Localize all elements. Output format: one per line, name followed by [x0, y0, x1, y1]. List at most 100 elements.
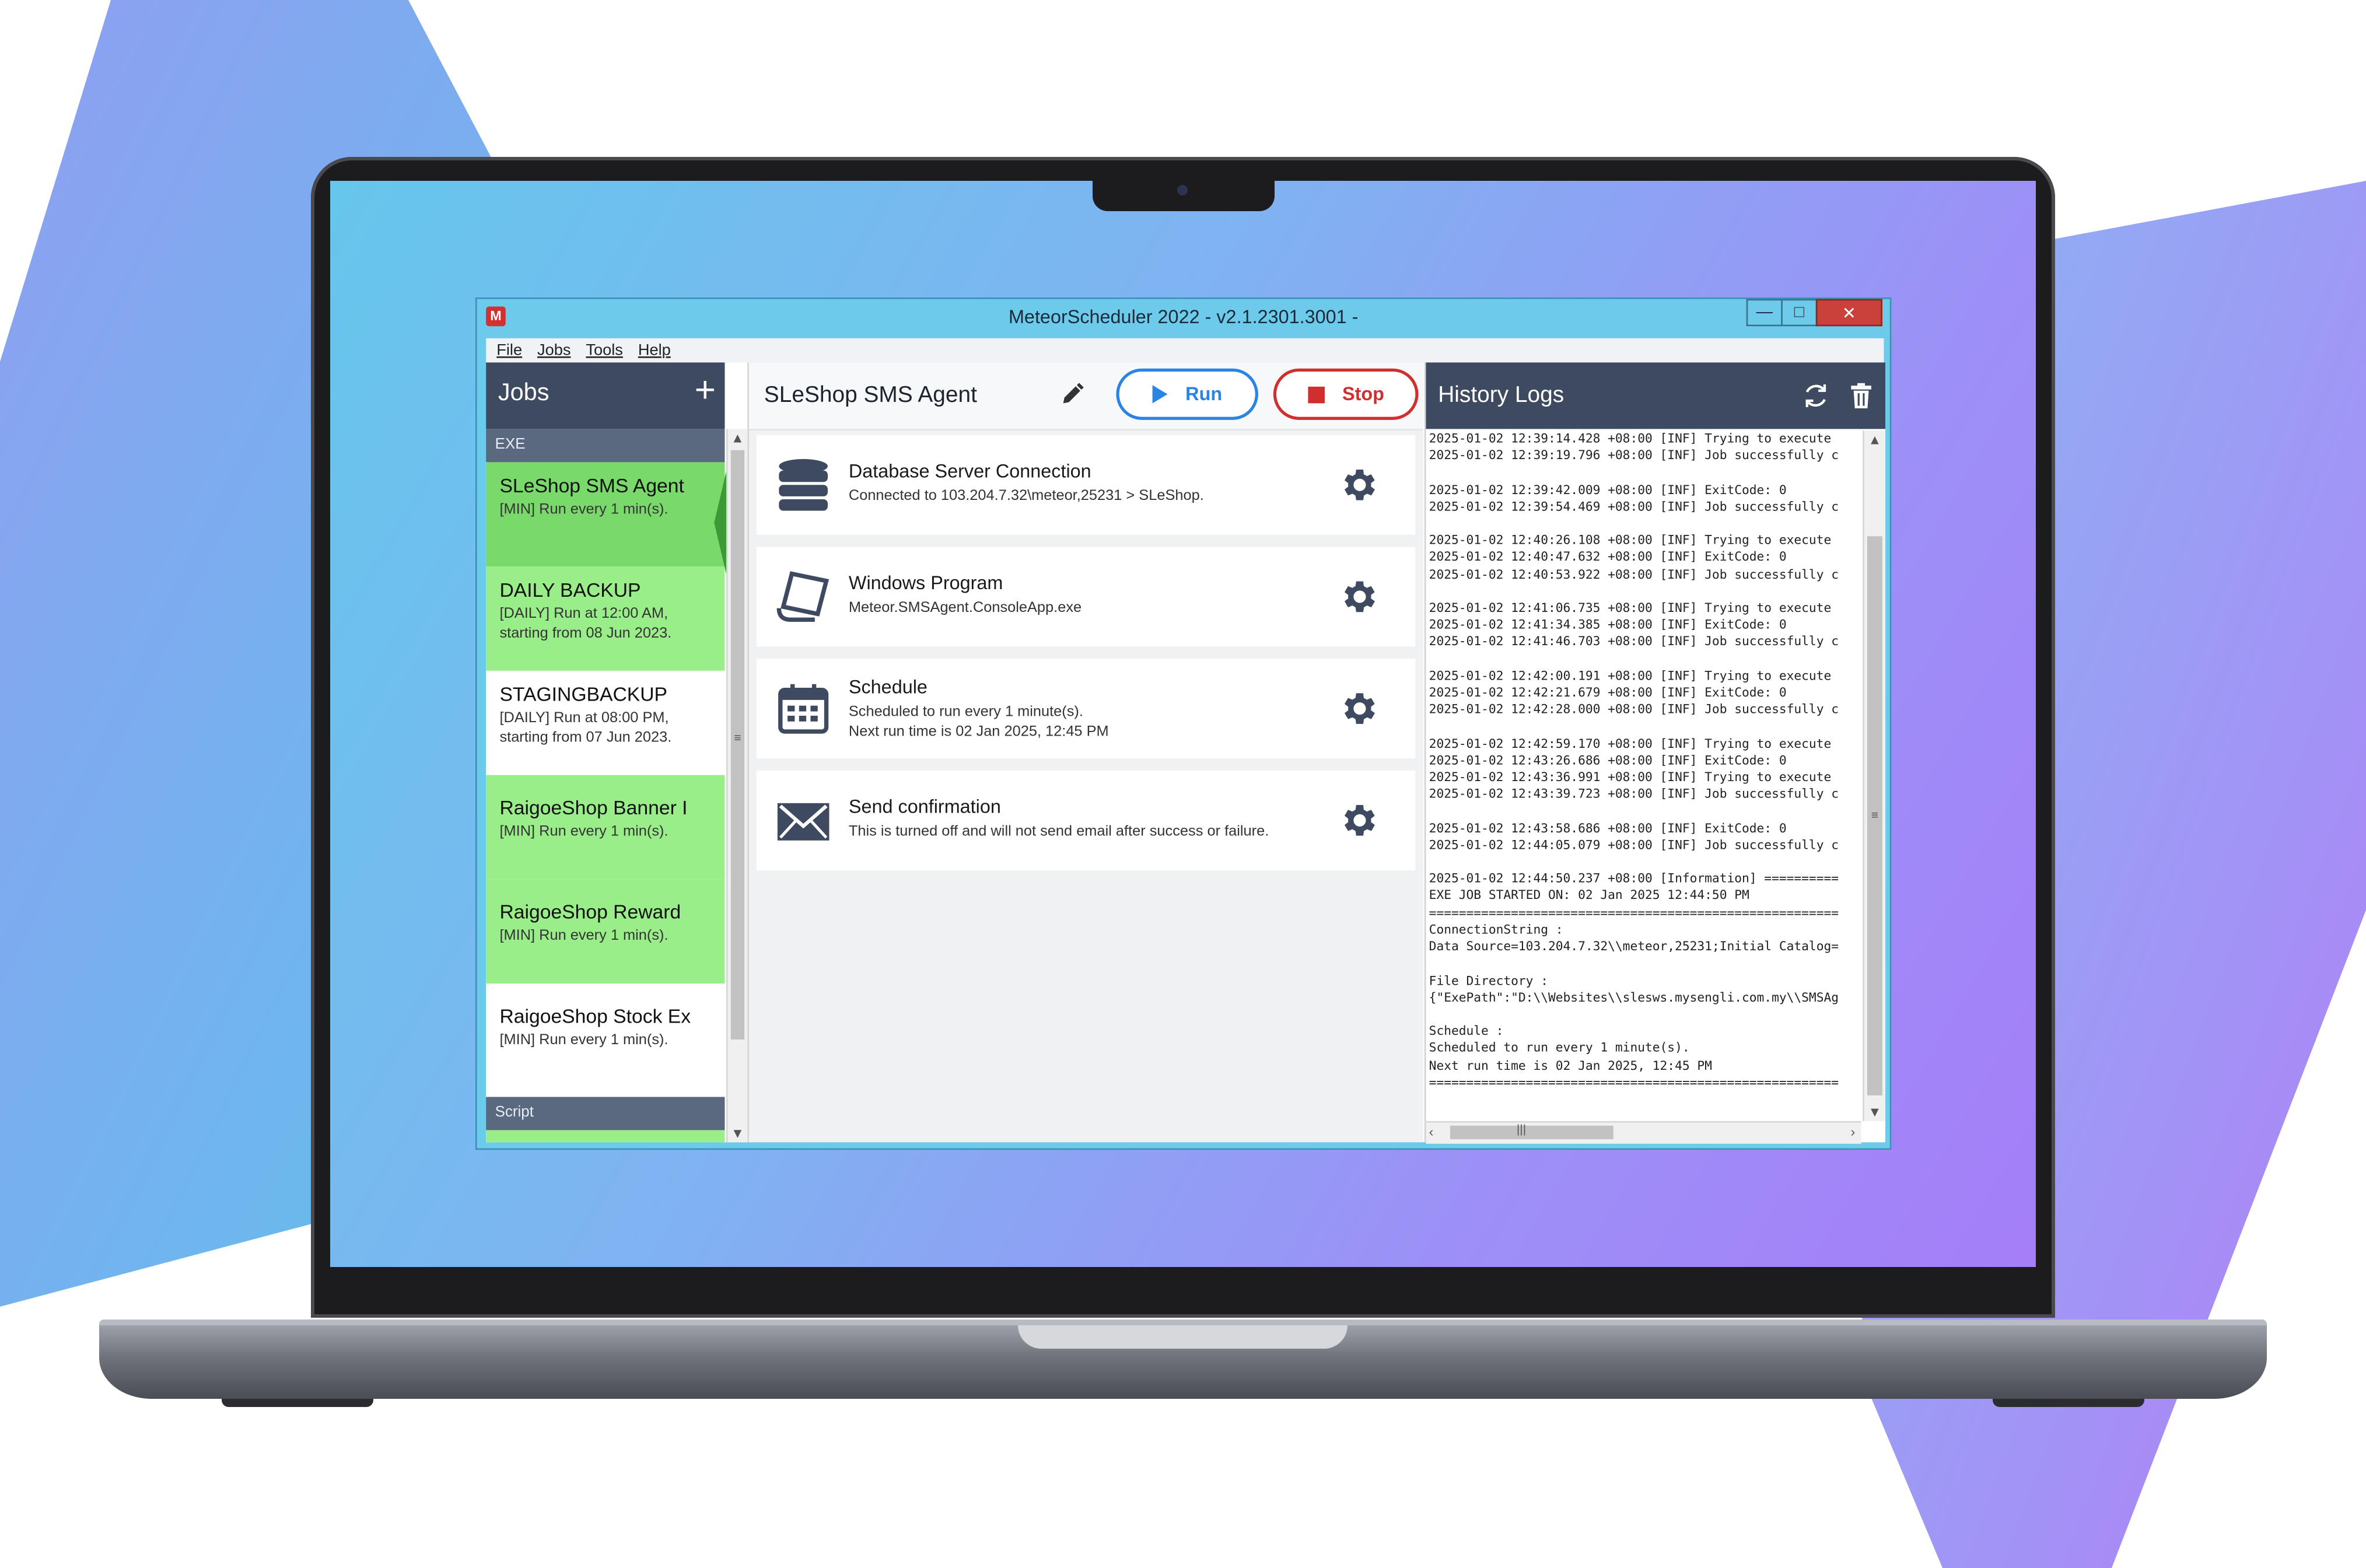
- log-line: Schedule :: [1429, 1023, 1504, 1038]
- menu-file[interactable]: File: [496, 341, 522, 359]
- program-icon: [776, 571, 830, 622]
- job-title: SLeShop SMS Agent: [764, 382, 977, 408]
- gear-icon[interactable]: [1337, 464, 1380, 506]
- refresh-icon[interactable]: [1801, 380, 1831, 411]
- run-button[interactable]: Run: [1116, 368, 1258, 420]
- log-line: 2025-01-02 12:43:36.991 +08:00 [INF] Try…: [1429, 769, 1832, 785]
- log-line: Scheduled to run every 1 minute(s).: [1429, 1040, 1690, 1055]
- close-button[interactable]: ✕: [1815, 299, 1882, 327]
- gear-icon[interactable]: [1337, 799, 1380, 842]
- minimize-button[interactable]: —: [1746, 299, 1783, 327]
- card-desc: Scheduled to run every 1 minute(s). Next …: [848, 704, 1109, 741]
- job-item-raigoeshop-banner[interactable]: RaigoeShop Banner I [MIN] Run every 1 mi…: [486, 775, 725, 880]
- log-line: 2025-01-02 12:40:26.108 +08:00 [INF] Try…: [1429, 532, 1832, 548]
- job-desc: [MIN] Run every 1 min(s).: [499, 823, 668, 841]
- laptop-opening-notch: [1018, 1325, 1348, 1349]
- log-line: 2025-01-02 12:42:59.170 +08:00 [INF] Try…: [1429, 735, 1832, 751]
- log-line: Next run time is 02 Jan 2025, 12:45 PM: [1429, 1056, 1712, 1072]
- log-line: 2025-01-02 12:41:06.735 +08:00 [INF] Try…: [1429, 600, 1832, 615]
- laptop-foot-right: [1993, 1399, 2144, 1407]
- log-line: EXE JOB STARTED ON: 02 Jan 2025 12:44:50…: [1429, 887, 1749, 903]
- menu-tools[interactable]: Tools: [586, 341, 623, 359]
- card-schedule[interactable]: Schedule Scheduled to run every 1 minute…: [756, 659, 1416, 759]
- log-line: 2025-01-02 12:40:53.922 +08:00 [INF] Job…: [1429, 566, 1839, 582]
- play-icon: [1152, 385, 1168, 404]
- job-name: SLeShop SMS Agent: [499, 474, 684, 497]
- log-line: 2025-01-02 12:44:50.237 +08:00 [Informat…: [1429, 870, 1839, 886]
- card-database-connection[interactable]: Database Server Connection Connected to …: [756, 435, 1416, 535]
- card-desc: Connected to 103.204.7.32\meteor,25231 >…: [848, 488, 1204, 505]
- app-window: M MeteorScheduler 2022 - v2.1.2301.3001 …: [475, 298, 1892, 1150]
- stop-icon: [1307, 386, 1324, 403]
- log-line: 2025-01-02 12:43:58.686 +08:00 [INF] Exi…: [1429, 820, 1787, 835]
- log-line: ConnectionString :: [1429, 921, 1563, 937]
- job-item-daily-backup[interactable]: DAILY BACKUP [DAILY] Run at 12:00 AM, sta…: [486, 566, 725, 671]
- title-bar[interactable]: M MeteorScheduler 2022 - v2.1.2301.3001 …: [477, 299, 1890, 335]
- job-item-stagingbackup[interactable]: STAGINGBACKUP [DAILY] Run at 08:00 PM, st…: [486, 670, 725, 775]
- jobs-panel: Jobs + EXE SLeShop SMS Agent [MIN] Run e…: [486, 362, 749, 1143]
- jobs-title: Jobs: [498, 380, 550, 407]
- jobs-scrollbar[interactable]: ▲ ≡ ▼: [726, 429, 748, 1143]
- selected-indicator: [714, 471, 727, 575]
- log-line: ========================================…: [1429, 1073, 1839, 1089]
- gear-icon[interactable]: [1337, 687, 1380, 730]
- card-send-confirmation[interactable]: Send confirmation This is turned off and…: [756, 770, 1416, 870]
- card-title: Send confirmation: [848, 796, 1001, 818]
- job-desc: [MIN] Run every 1 min(s).: [499, 928, 668, 944]
- job-desc: [MIN] Run every 1 min(s).: [499, 1032, 668, 1049]
- card-title: Schedule: [848, 677, 928, 698]
- maximize-button[interactable]: □: [1781, 299, 1818, 327]
- card-title: Database Server Connection: [848, 460, 1091, 482]
- log-line: 2025-01-02 12:41:34.385 +08:00 [INF] Exi…: [1429, 617, 1787, 632]
- job-name: DAILY BACKUP: [499, 578, 641, 601]
- job-detail-panel: SLeShop SMS Agent Run Stop Database Serv…: [748, 362, 1423, 1143]
- envelope-icon: [777, 803, 830, 841]
- job-desc: [MIN] Run every 1 min(s).: [499, 501, 668, 519]
- laptop-foot-left: [222, 1399, 373, 1407]
- job-item-raigoeshop-stock[interactable]: RaigoeShop Stock Ex [MIN] Run every 1 mi…: [486, 984, 725, 1088]
- group-script[interactable]: Script: [486, 1097, 725, 1130]
- trash-icon[interactable]: [1846, 380, 1877, 411]
- job-item-sleshop-sms-agent[interactable]: SLeShop SMS Agent [MIN] Run every 1 min(…: [486, 462, 725, 567]
- job-name: RaigoeShop Stock Ex: [499, 1005, 691, 1028]
- log-horizontal-scrollbar[interactable]: ‹ ||| ›: [1426, 1121, 1861, 1144]
- log-line: File Directory :: [1429, 972, 1549, 988]
- history-header: History Logs: [1426, 362, 1886, 429]
- card-windows-program[interactable]: Windows Program Meteor.SMSAgent.ConsoleA…: [756, 547, 1416, 647]
- log-line: 2025-01-02 12:41:46.703 +08:00 [INF] Job…: [1429, 634, 1839, 649]
- job-name: STAGINGBACKUP: [499, 682, 668, 706]
- add-job-button[interactable]: +: [695, 372, 716, 410]
- log-line: 2025-01-02 12:39:42.009 +08:00 [INF] Exi…: [1429, 481, 1787, 496]
- log-line: 2025-01-02 12:39:54.469 +08:00 [INF] Job…: [1429, 498, 1839, 513]
- menu-bar: File Jobs Tools Help: [486, 338, 1884, 363]
- log-line: 2025-01-02 12:42:00.191 +08:00 [INF] Try…: [1429, 667, 1832, 683]
- log-line: 2025-01-02 12:42:28.000 +08:00 [INF] Job…: [1429, 701, 1839, 717]
- group-exe[interactable]: EXE: [486, 429, 725, 463]
- menu-help[interactable]: Help: [638, 341, 671, 359]
- log-line: 2025-01-02 12:43:26.686 +08:00 [INF] Exi…: [1429, 752, 1787, 768]
- job-item-raigoeshop-reward[interactable]: RaigoeShop Reward [MIN] Run every 1 min(…: [486, 879, 725, 984]
- camera-icon: [1177, 185, 1188, 195]
- log-line: Data Source=103.204.7.32\\meteor,25231;I…: [1429, 938, 1839, 954]
- jobs-header: Jobs +: [486, 362, 725, 429]
- database-icon: [779, 459, 828, 511]
- log-output[interactable]: 2025-01-02 12:39:14.428 +08:00 [INF] Try…: [1429, 430, 1860, 1118]
- log-line: 2025-01-02 12:40:47.632 +08:00 [INF] Exi…: [1429, 549, 1787, 565]
- log-line: {"ExePath":"D:\\Websites\\slesws.mysengl…: [1429, 989, 1839, 1005]
- detail-header: SLeShop SMS Agent Run Stop: [748, 362, 1423, 430]
- job-name: RaigoeShop Banner I: [499, 796, 688, 819]
- gear-icon[interactable]: [1337, 576, 1380, 618]
- menu-jobs[interactable]: Jobs: [537, 341, 570, 359]
- stop-button[interactable]: Stop: [1273, 368, 1419, 420]
- edit-pencil-icon[interactable]: [1059, 380, 1086, 408]
- main-content: Jobs + EXE SLeShop SMS Agent [MIN] Run e…: [486, 362, 1886, 1144]
- log-vertical-scrollbar[interactable]: ▲ ≡ ▼: [1863, 430, 1886, 1121]
